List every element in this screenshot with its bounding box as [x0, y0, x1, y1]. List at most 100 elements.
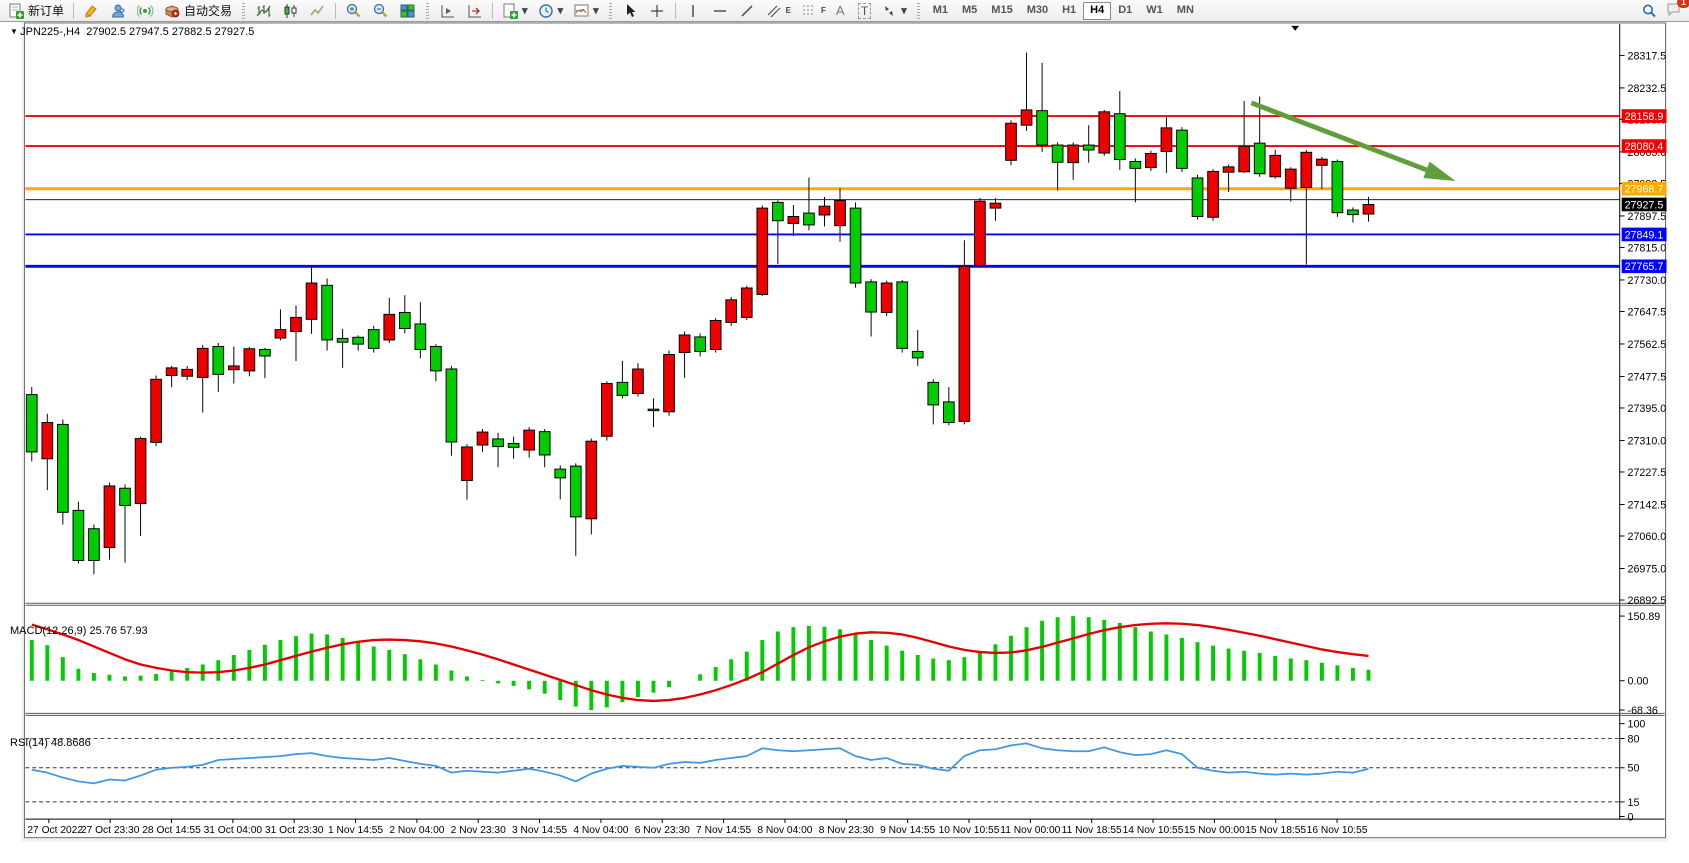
price-badge-28158.9: 28158.9: [1622, 109, 1667, 123]
line-chart-icon: [309, 3, 326, 19]
new-order-label: 新订单: [28, 2, 64, 19]
timeframe-w1[interactable]: W1: [1139, 2, 1170, 20]
new-chart-button[interactable]: ▾: [498, 1, 532, 21]
highlighter-button[interactable]: [79, 1, 104, 21]
dropdown-arrow-icon: ▾: [558, 4, 564, 17]
candle: [42, 422, 53, 458]
auto-trading-label: 自动交易: [184, 2, 232, 19]
candle: [819, 206, 830, 215]
svg-text:1 Nov 14:55: 1 Nov 14:55: [328, 825, 383, 836]
text-tool-button[interactable]: A: [832, 1, 852, 21]
svg-text:0.00: 0.00: [1628, 676, 1649, 688]
candle: [1348, 210, 1359, 215]
auto-trading-button[interactable]: 自动交易: [160, 1, 236, 21]
new-chart-icon: [502, 3, 519, 19]
chart-window[interactable]: 28317.528232.528150.028065.027982.527897…: [0, 22, 1689, 863]
cursor-tool-button[interactable]: [618, 1, 643, 21]
rsi-indicator-label: RSI(14) 48.8686: [10, 737, 91, 749]
zoom-in-button[interactable]: [341, 1, 366, 21]
timeframe-m5[interactable]: M5: [955, 2, 984, 20]
indicators-icon: [573, 3, 590, 19]
signal-button[interactable]: [133, 1, 158, 21]
candle: [804, 213, 815, 225]
candle: [1037, 111, 1048, 145]
dropdown-arrow-icon: ▾: [593, 4, 599, 17]
candle: [912, 351, 923, 357]
candle: [1363, 204, 1374, 214]
svg-text:27477.5: 27477.5: [1628, 371, 1667, 383]
fibo-tool-button[interactable]: F: [797, 1, 830, 21]
candle: [757, 208, 768, 294]
zoom-out-button[interactable]: [368, 1, 393, 21]
timeframe-m1[interactable]: M1: [926, 2, 955, 20]
timeframe-mn[interactable]: MN: [1170, 2, 1201, 20]
timeframe-h4[interactable]: H4: [1083, 2, 1111, 20]
svg-text:27968.7: 27968.7: [1625, 184, 1664, 196]
candle: [602, 384, 613, 437]
timeframe-d1[interactable]: D1: [1111, 2, 1139, 20]
svg-text:28317.5: 28317.5: [1628, 50, 1667, 62]
price-chart[interactable]: 28317.528232.528150.028065.027982.527897…: [0, 22, 1689, 863]
candle: [1285, 169, 1296, 188]
candle: [462, 447, 473, 481]
timeframe-m15[interactable]: M15: [984, 2, 1019, 20]
zoom-out-icon: [372, 3, 389, 19]
candle: [1006, 123, 1017, 160]
tile-windows-button[interactable]: [395, 1, 420, 21]
candle: [384, 314, 395, 340]
candle: [508, 444, 519, 448]
svg-text:27647.5: 27647.5: [1628, 306, 1667, 318]
arrow-objects-icon: [881, 3, 898, 19]
svg-text:-68.36: -68.36: [1628, 705, 1658, 717]
candle: [182, 369, 193, 376]
candle: [570, 466, 581, 517]
candle: [990, 203, 1001, 208]
bar-chart-type-button[interactable]: [251, 1, 276, 21]
trendline-tool-button[interactable]: [735, 1, 760, 21]
timeframe-m30[interactable]: M30: [1020, 2, 1055, 20]
svg-text:8 Nov 04:00: 8 Nov 04:00: [757, 825, 812, 836]
candle: [1270, 155, 1281, 176]
crosshair-tool-button[interactable]: [645, 1, 670, 21]
support-button[interactable]: [106, 1, 131, 21]
candle: [772, 202, 783, 220]
candle: [89, 529, 100, 561]
candle: [726, 300, 737, 323]
svg-text:27927.5: 27927.5: [1625, 199, 1664, 211]
toolbar-right: 1: [1641, 0, 1683, 22]
timeframe-h1[interactable]: H1: [1055, 2, 1083, 20]
line-chart-type-button[interactable]: [305, 1, 330, 21]
cursor-icon: [622, 3, 639, 19]
arrows-tool-button[interactable]: ▾: [877, 1, 911, 21]
chart-forward-button[interactable]: [435, 1, 460, 21]
svg-text:14 Nov 10:55: 14 Nov 10:55: [1123, 825, 1184, 836]
indicators-button[interactable]: ▾: [569, 1, 603, 21]
candle: [850, 208, 861, 283]
hline-tool-button[interactable]: [708, 1, 733, 21]
search-icon[interactable]: [1641, 3, 1658, 19]
candle: [539, 432, 550, 455]
dropdown-arrow-icon: ▾: [522, 4, 528, 17]
candle: [1332, 161, 1343, 212]
candle: [1239, 146, 1250, 172]
tile-windows-icon: [399, 3, 416, 19]
svg-text:27395.0: 27395.0: [1628, 403, 1667, 415]
candle: [431, 346, 442, 370]
vline-tool-button[interactable]: [681, 1, 706, 21]
svg-text:11 Nov 18:55: 11 Nov 18:55: [1062, 825, 1122, 836]
candle: [120, 488, 131, 505]
candle: [1083, 145, 1094, 150]
chart-shift-button[interactable]: [462, 1, 487, 21]
dropdown-arrow-icon: ▾: [901, 4, 907, 17]
svg-text:27060.0: 27060.0: [1628, 531, 1667, 543]
notifications-button[interactable]: 1: [1666, 1, 1683, 22]
channel-tool-button[interactable]: E: [762, 1, 795, 21]
new-order-button[interactable]: 新订单: [4, 1, 68, 21]
svg-text:28232.5: 28232.5: [1628, 83, 1667, 95]
period-button[interactable]: ▾: [534, 1, 568, 21]
svg-text:50: 50: [1628, 763, 1640, 775]
zoom-in-icon: [345, 3, 362, 19]
textlabel-tool-button[interactable]: T: [854, 1, 875, 21]
candle: [524, 430, 535, 450]
candle-chart-type-button[interactable]: [278, 1, 303, 21]
